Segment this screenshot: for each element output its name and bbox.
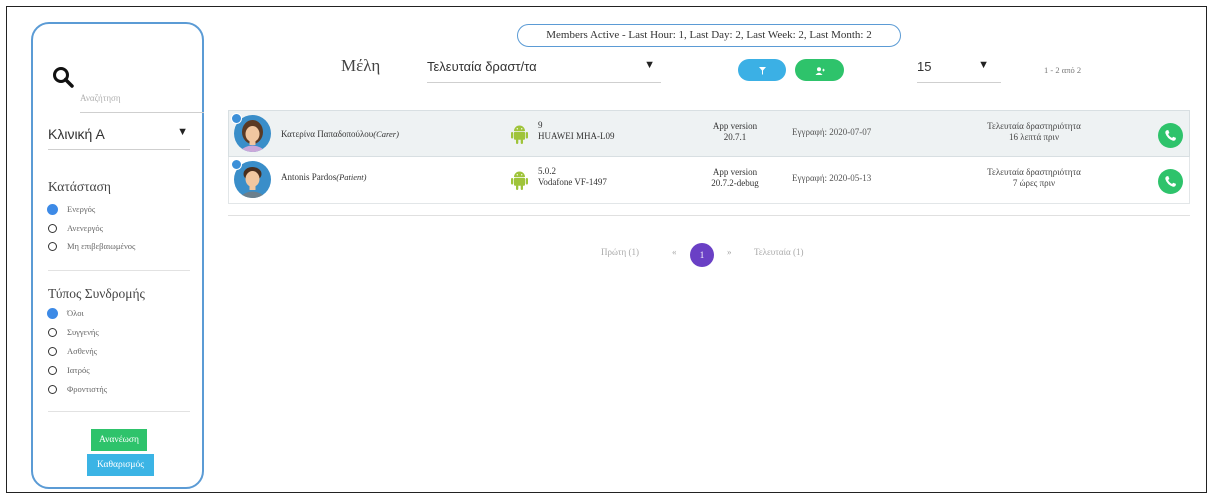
pagination-last[interactable]: Τελευταία (1) xyxy=(754,247,803,257)
radio-checked-icon[interactable] xyxy=(47,203,58,215)
pagination-prev[interactable]: « xyxy=(672,247,677,257)
filter-sidebar: Κλινική Α ▼ Κατάσταση Ενεργός Ανενεργός … xyxy=(31,22,204,489)
filter-button[interactable] xyxy=(738,59,786,81)
app-version: 20.7.2-debug xyxy=(711,178,759,188)
search-icon[interactable] xyxy=(52,66,74,88)
os-version: 9 xyxy=(538,120,543,130)
subscription-option-doctor[interactable]: Ιατρός xyxy=(48,362,90,378)
add-user-button[interactable] xyxy=(795,59,844,81)
chevron-down-icon: ▼ xyxy=(978,59,989,71)
pagination-current-page[interactable]: 1 xyxy=(690,243,714,267)
sort-select[interactable]: Τελευταία δραστ/τα ▼ xyxy=(427,56,661,83)
status-option-label: Ανενεργός xyxy=(67,223,103,233)
registration-date: Εγγραφή: 2020-07-07 xyxy=(792,127,872,137)
subscription-option-carer[interactable]: Φροντιστής xyxy=(48,381,107,397)
member-role: (Patient) xyxy=(336,172,367,182)
status-option-label: Ενεργός xyxy=(67,204,96,214)
radio-icon[interactable] xyxy=(48,223,57,233)
list-divider xyxy=(228,215,1190,216)
radio-icon[interactable] xyxy=(48,241,57,251)
add-user-icon xyxy=(815,66,825,75)
online-badge xyxy=(231,159,242,170)
last-activity-value: 16 λεπτά πριν xyxy=(1008,132,1060,142)
refresh-button[interactable]: Ανανέωση xyxy=(91,429,147,451)
sidebar-divider xyxy=(48,411,190,412)
last-activity-info: Τελευταία δραστηριότητα 7 ώρες πριν xyxy=(959,167,1109,189)
radio-icon[interactable] xyxy=(48,327,57,337)
pagination-next[interactable]: » xyxy=(727,247,732,257)
phone-icon xyxy=(1165,176,1176,187)
member-name[interactable]: Antonis Pardos(Patient) xyxy=(281,172,366,182)
online-badge xyxy=(231,113,242,124)
status-option-label: Μη επιβεβαιωμένος xyxy=(67,241,136,251)
member-role: (Carer) xyxy=(373,129,399,139)
device-model: Vodafone VF-1497 xyxy=(538,177,607,187)
per-page-value: 15 xyxy=(917,59,932,74)
page-title: Μέλη xyxy=(341,56,381,75)
member-name[interactable]: Κατερίνα Παπαδοπούλου(Carer) xyxy=(281,129,399,139)
pagination-first[interactable]: Πρώτη (1) xyxy=(601,247,639,257)
subscription-title: Τύπος Συνδρομής xyxy=(48,286,145,301)
subscription-option-label: Φροντιστής xyxy=(67,384,108,394)
active-members-summary: Members Active - Last Hour: 1, Last Day:… xyxy=(517,24,901,47)
android-icon xyxy=(511,125,528,144)
radio-icon[interactable] xyxy=(48,365,57,375)
status-option-unverified[interactable]: Μη επιβεβαιωμένος xyxy=(48,238,135,254)
call-button[interactable] xyxy=(1158,169,1183,194)
clear-button[interactable]: Καθαρισμός xyxy=(87,454,154,476)
call-button[interactable] xyxy=(1158,123,1183,148)
app-version-info: App version 20.7.1 xyxy=(695,121,775,143)
subscription-option-relative[interactable]: Συγγενής xyxy=(48,324,99,340)
sort-select-value: Τελευταία δραστ/τα xyxy=(427,59,537,74)
last-activity-value: 7 ώρες πριν xyxy=(1012,178,1056,188)
chevron-down-icon: ▼ xyxy=(177,126,188,138)
search-input[interactable] xyxy=(80,84,204,113)
subscription-option-label: Όλοι xyxy=(67,308,84,318)
device-info: 9 HUAWEI MHA-L09 xyxy=(538,120,615,142)
app-version-label: App version xyxy=(712,167,758,177)
device-info: 5.0.2 Vodafone VF-1497 xyxy=(538,166,607,188)
app-version: 20.7.1 xyxy=(723,132,747,142)
subscription-option-patient[interactable]: Ασθενής xyxy=(48,343,97,359)
member-row[interactable]: Κατερίνα Παπαδοπούλου(Carer) 9 HUAWEI MH… xyxy=(228,110,1190,157)
member-row[interactable]: Antonis Pardos(Patient) 5.0.2 Vodafone V… xyxy=(228,157,1190,204)
subscription-option-label: Ασθενής xyxy=(67,346,98,356)
last-activity-label: Τελευταία δραστηριότητα xyxy=(987,121,1081,131)
status-option-inactive[interactable]: Ανενεργός xyxy=(48,220,103,236)
radio-icon[interactable] xyxy=(48,346,57,356)
phone-icon xyxy=(1165,130,1176,141)
clinic-select-value: Κλινική Α xyxy=(48,126,105,142)
registration-date: Εγγραφή: 2020-05-13 xyxy=(792,173,872,183)
chevron-down-icon: ▼ xyxy=(644,59,655,71)
status-title: Κατάσταση xyxy=(48,179,111,194)
subscription-option-label: Συγγενής xyxy=(67,327,99,337)
status-option-active[interactable]: Ενεργός xyxy=(47,201,96,217)
per-page-select[interactable]: 15 ▼ xyxy=(917,56,1001,83)
radio-icon[interactable] xyxy=(48,384,57,394)
app-version-label: App version xyxy=(712,121,758,131)
sidebar-divider xyxy=(48,270,190,271)
last-activity-label: Τελευταία δραστηριότητα xyxy=(987,167,1081,177)
results-range: 1 - 2 από 2 xyxy=(1044,65,1082,75)
last-activity-info: Τελευταία δραστηριότητα 16 λεπτά πριν xyxy=(959,121,1109,143)
clinic-select[interactable]: Κλινική Α ▼ xyxy=(48,124,190,150)
os-version: 5.0.2 xyxy=(538,166,556,176)
radio-checked-icon[interactable] xyxy=(47,307,58,319)
app-version-info: App version 20.7.2-debug xyxy=(695,167,775,189)
filter-icon xyxy=(758,66,766,75)
device-model: HUAWEI MHA-L09 xyxy=(538,131,615,141)
subscription-option-label: Ιατρός xyxy=(67,365,90,375)
subscription-option-all[interactable]: Όλοι xyxy=(47,305,84,321)
android-icon xyxy=(511,171,528,190)
